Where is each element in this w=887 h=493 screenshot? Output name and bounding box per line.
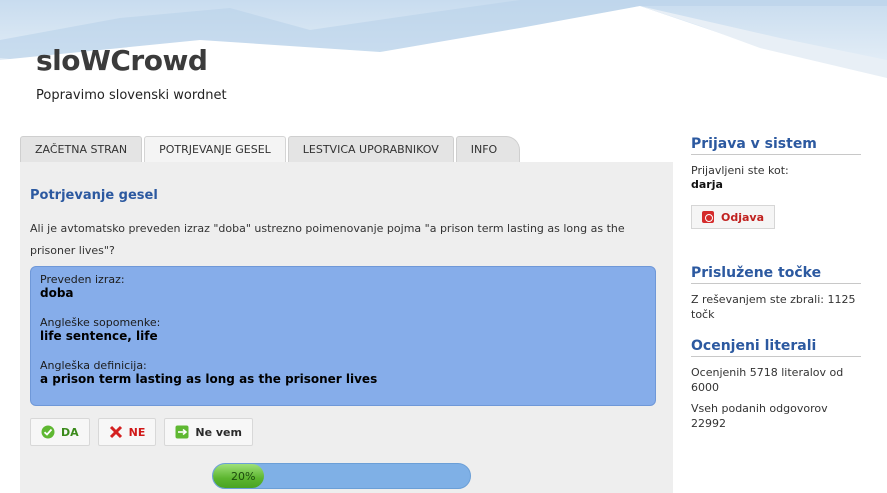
definition-label: Angleška definicija: [40,359,147,372]
no-button-label: NE [128,425,146,439]
yes-button-label: DA [61,425,79,439]
synonyms-label: Angleške sopomenke: [40,316,161,329]
answer-buttons: DA NE Ne vem [30,418,261,446]
yes-button[interactable]: DA [30,418,90,446]
answers-text: Vseh podanih odgovorov 22992 [691,402,828,430]
login-heading: Prijava v sistem [691,136,861,155]
progress-bar: 20% [212,463,471,489]
translated-term-label: Preveden izraz: [40,273,125,286]
arrow-right-icon [175,425,189,439]
synonyms-value: life sentence, life [40,329,158,343]
dont-know-button-label: Ne vem [195,425,242,439]
main-tabs: ZAČETNA STRAN POTRJEVANJE GESEL LESTVICA… [20,136,522,162]
tab-info[interactable]: INFO [455,136,521,162]
points-text: Z reševanjem ste zbrali: 1125 točk [691,293,856,321]
username: darja [691,178,723,191]
power-icon [702,211,714,223]
site-subtitle: Popravimo slovenski wordnet [36,88,227,103]
points-heading: Prislužene točke [691,265,861,284]
literals-text: Ocenjenih 5718 literalov od 6000 [691,366,844,394]
no-button[interactable]: NE [97,418,157,446]
dont-know-button[interactable]: Ne vem [164,418,253,446]
logout-button-label: Odjava [721,210,765,224]
tab-confirm-entries[interactable]: POTRJEVANJE GESEL [144,136,286,162]
literals-heading: Ocenjeni literali [691,338,861,357]
progress-label: 20% [231,470,256,483]
header-banner: sloWCrowd Popravimo slovenski wordnet [0,0,887,140]
tab-user-ranking[interactable]: LESTVICA UPORABNIKOV [287,136,454,162]
tab-home[interactable]: ZAČETNA STRAN [20,136,143,162]
logged-in-as-label: Prijavljeni ste kot: [691,164,789,177]
cross-icon [109,425,123,439]
definition-value: a prison term lasting as long as the pri… [40,372,378,386]
translated-term-value: doba [40,286,74,300]
check-icon [41,425,55,439]
logout-button[interactable]: Odjava [691,205,776,229]
question-text: Ali je avtomatsko preveden izraz "doba" … [30,222,625,257]
sidebar: Prijava v sistem Prijavljeni ste kot: da… [691,136,861,431]
section-heading: Potrjevanje gesel [30,188,158,203]
entry-info-box: Preveden izraz: doba Angleške sopomenke:… [30,266,656,406]
site-title[interactable]: sloWCrowd [36,44,208,77]
main-panel: Potrjevanje gesel Ali je avtomatsko prev… [20,162,673,493]
